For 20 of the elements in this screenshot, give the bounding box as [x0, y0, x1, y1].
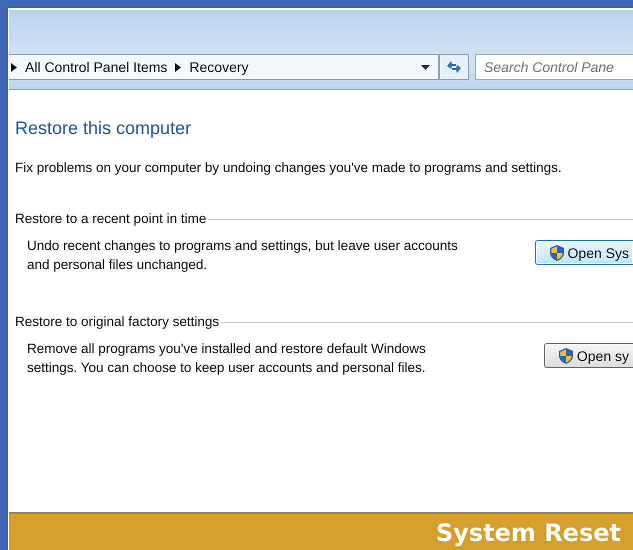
- section-heading: Restore to a recent point in time: [15, 211, 206, 226]
- section-text: Remove all programs you've installed and restore default Windows settings. You can choose to keep user accounts and personal files.: [27, 340, 427, 377]
- address-bar[interactable]: All Control Panel Items Recovery: [9, 54, 439, 80]
- description-text: Fix problems on your computer by undoing changes you've made to programs and settings.: [15, 160, 563, 175]
- search-field[interactable]: Search Control Pane: [475, 54, 633, 80]
- open-button[interactable]: Open Sys: [534, 240, 633, 265]
- refresh-icon[interactable]: [446, 60, 462, 74]
- shield-icon: [558, 348, 573, 364]
- section-heading: Restore to original factory settings: [15, 314, 220, 329]
- shield-icon: [550, 244, 564, 260]
- dropdown-icon[interactable]: [421, 64, 430, 70]
- section-text: Undo recent changes to programs and settings, but leave user accounts and personal files unchanged.: [27, 237, 459, 274]
- breadcrumb-item[interactable]: All Control Panel Items: [25, 59, 168, 75]
- chevron-icon[interactable]: [11, 62, 17, 72]
- page-title: Restore this computer: [15, 118, 192, 139]
- caption-text: System Reset: [436, 519, 621, 547]
- refresh-button[interactable]: [439, 54, 469, 80]
- chevron-icon[interactable]: [175, 62, 182, 72]
- open-button[interactable]: Open sy: [544, 343, 633, 368]
- breadcrumb-item[interactable]: Recovery: [189, 59, 249, 75]
